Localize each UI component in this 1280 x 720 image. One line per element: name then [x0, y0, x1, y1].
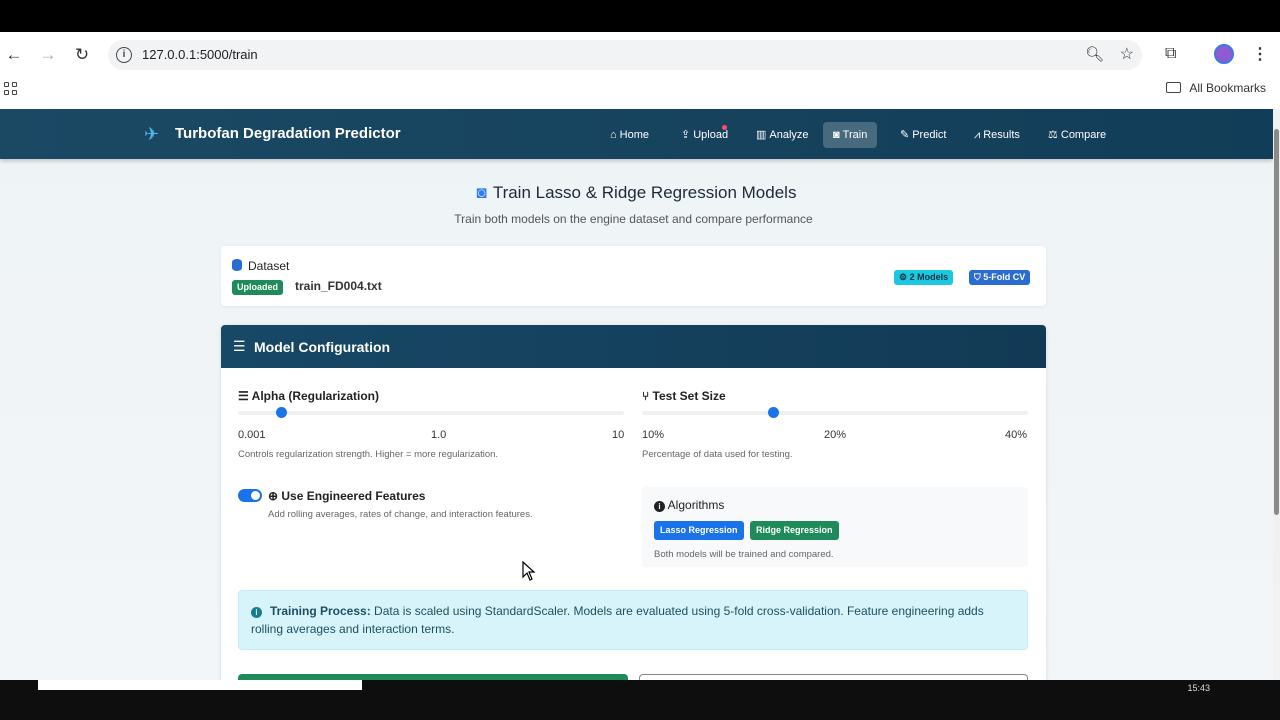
home-icon: ⌂ — [610, 129, 617, 141]
nav-label: Results — [983, 129, 1020, 141]
scrollbar-thumb[interactable] — [1274, 129, 1279, 515]
robot-icon: ◙ — [833, 129, 840, 141]
nav-label: Predict — [912, 129, 947, 141]
folder-icon — [1166, 82, 1182, 93]
dataset-card: Dataset Uploaded train_FD004.txt ⚙ 2 Mod… — [221, 246, 1046, 306]
reload-icon[interactable]: ↻ — [71, 44, 93, 66]
browser-menu-icon[interactable]: ⋮ — [1252, 44, 1268, 64]
database-icon — [232, 259, 242, 271]
test-size-label: ⑂ Test Set Size — [642, 389, 726, 403]
profile-avatar[interactable] — [1214, 44, 1234, 64]
mouse-cursor-icon — [522, 561, 536, 581]
address-bar[interactable]: i 127.0.0.1:5000/train 🔍︎ ☆ — [108, 40, 1142, 70]
screen: ← → ↻ i 127.0.0.1:5000/train 🔍︎ ☆ ⧉ ⋮ Al… — [0, 0, 1280, 720]
back-arrow-icon[interactable]: ← — [3, 44, 25, 66]
alpha-tick-max: 10 — [612, 429, 625, 441]
algorithms-label: i Algorithms — [654, 498, 724, 512]
nav-train[interactable]: ◙ Train — [823, 122, 878, 148]
nav-upload[interactable]: ⇪ Upload — [671, 122, 738, 148]
pencil-icon: ✎ — [900, 129, 910, 141]
test-size-slider-thumb[interactable] — [768, 407, 779, 418]
training-process-title: Training Process: — [270, 604, 371, 618]
test-size-tick-max: 40% — [1005, 429, 1028, 441]
page-scrollbar[interactable] — [1273, 109, 1280, 680]
bookmark-star-icon[interactable]: ☆ — [1120, 44, 1134, 64]
browser-chrome: ← → ↻ i 127.0.0.1:5000/train 🔍︎ ☆ ⧉ ⋮ Al… — [0, 32, 1280, 109]
test-size-tick-mid: 20% — [824, 429, 847, 441]
alpha-label: ☰ Alpha (Regularization) — [238, 389, 379, 403]
app-navbar: ✈ Turbofan Degradation Predictor ⌂ Home ⇪… — [0, 109, 1273, 159]
info-icon: i — [251, 607, 262, 618]
engineered-features-help: Add rolling averages, rates of change, a… — [268, 509, 533, 520]
nav-label: Analyze — [769, 129, 809, 141]
test-size-help: Percentage of data used for testing. — [642, 449, 793, 460]
cv-badge: ⛉ 5-Fold CV — [969, 270, 1031, 285]
engineered-features-toggle[interactable] — [238, 489, 262, 502]
sliders-icon: ☰ — [233, 338, 246, 354]
engineered-features-label[interactable]: ⊕ Use Engineered Features — [268, 489, 425, 503]
engineered-features-label-text: Use Engineered Features — [281, 489, 426, 503]
line-chart-icon: ⩘ — [974, 129, 981, 141]
forward-arrow-icon[interactable]: → — [37, 44, 59, 66]
apps-grid-icon[interactable] — [4, 82, 18, 96]
training-process-alert: i Training Process: Data is scaled using … — [238, 590, 1028, 650]
nav-predict[interactable]: ✎ Predict — [890, 122, 956, 148]
taskbar-clock: 15:43 — [1187, 683, 1210, 693]
brand-title[interactable]: Turbofan Degradation Predictor — [175, 125, 401, 142]
nav-results[interactable]: ⩘ Results — [964, 122, 1030, 148]
nav-label: Train — [842, 129, 868, 141]
alpha-help: Controls regularization strength. Higher… — [238, 449, 499, 460]
nav-compare[interactable]: ⚖ Compare — [1038, 122, 1116, 148]
page-title: ◙ Train Lasso & Ridge Regression Models — [0, 183, 1273, 203]
all-bookmarks-label: All Bookmarks — [1189, 81, 1266, 95]
notification-dot — [722, 125, 727, 130]
dataset-file-name: train_FD004.txt — [295, 279, 382, 293]
models-count-badge: ⚙ 2 Models — [894, 270, 954, 285]
nav-label: Home — [619, 129, 649, 141]
algorithms-help: Both models will be trained and compared… — [654, 549, 834, 560]
dataset-label: Dataset — [232, 259, 289, 273]
alpha-slider-thumb[interactable] — [276, 407, 287, 418]
alpha-tick-mid: 1.0 — [431, 429, 447, 441]
algorithms-box: i Algorithms Lasso Regression Ridge Regr… — [642, 487, 1028, 567]
site-info-icon[interactable]: i — [116, 47, 132, 63]
all-bookmarks[interactable]: All Bookmarks — [1166, 81, 1266, 95]
nav-home[interactable]: ⌂ Home — [600, 122, 659, 148]
nav-label: Compare — [1060, 129, 1107, 141]
plane-icon: ✈ — [144, 124, 160, 144]
cv-badge-text: 5-Fold CV — [983, 272, 1026, 282]
upload-icon: ⇪ — [681, 129, 691, 141]
page-content: ✈ Turbofan Degradation Predictor ⌂ Home ⇪… — [0, 109, 1273, 680]
zoom-icon[interactable]: 🔍︎ — [1085, 45, 1104, 63]
extensions-icon[interactable]: ⧉ — [1165, 45, 1176, 63]
chart-icon: ▥ — [756, 129, 767, 141]
info-icon: i — [654, 501, 665, 512]
scale-icon: ⚖ — [1048, 129, 1058, 141]
alpha-tick-min: 0.001 — [238, 429, 266, 441]
uploaded-badge: Uploaded — [232, 280, 284, 295]
page-subtitle: Train both models on the engine dataset … — [454, 212, 813, 226]
alpha-slider-track[interactable] — [238, 411, 624, 415]
dataset-label-text: Dataset — [248, 259, 290, 273]
alpha-label-text: Alpha (Regularization) — [251, 389, 379, 403]
page-title-text: Train Lasso & Ridge Regression Models — [492, 183, 797, 202]
taskbar-window-strip — [38, 680, 362, 690]
nav-label: Upload — [693, 129, 729, 141]
url-text[interactable]: 127.0.0.1:5000/train — [142, 47, 258, 62]
nav-analyze[interactable]: ▥ Analyze — [746, 122, 819, 148]
taskbar: 15:43 — [0, 680, 1280, 720]
test-size-label-text: Test Set Size — [652, 389, 726, 403]
config-header: ☰ Model Configuration — [221, 325, 1046, 368]
algorithm-badge-lasso: Lasso Regression — [654, 521, 744, 540]
robot-icon: ◙ — [476, 183, 487, 202]
test-size-tick-min: 10% — [642, 429, 665, 441]
config-title: Model Configuration — [254, 339, 391, 355]
algorithm-badge-ridge: Ridge Regression — [750, 521, 839, 540]
test-size-slider-track[interactable] — [642, 411, 1028, 415]
models-count-text: 2 Models — [909, 272, 949, 282]
algorithms-label-text: Algorithms — [667, 498, 725, 512]
model-configuration-card: ☰ Model Configuration ☰ Alpha (Regulariz… — [221, 325, 1046, 680]
